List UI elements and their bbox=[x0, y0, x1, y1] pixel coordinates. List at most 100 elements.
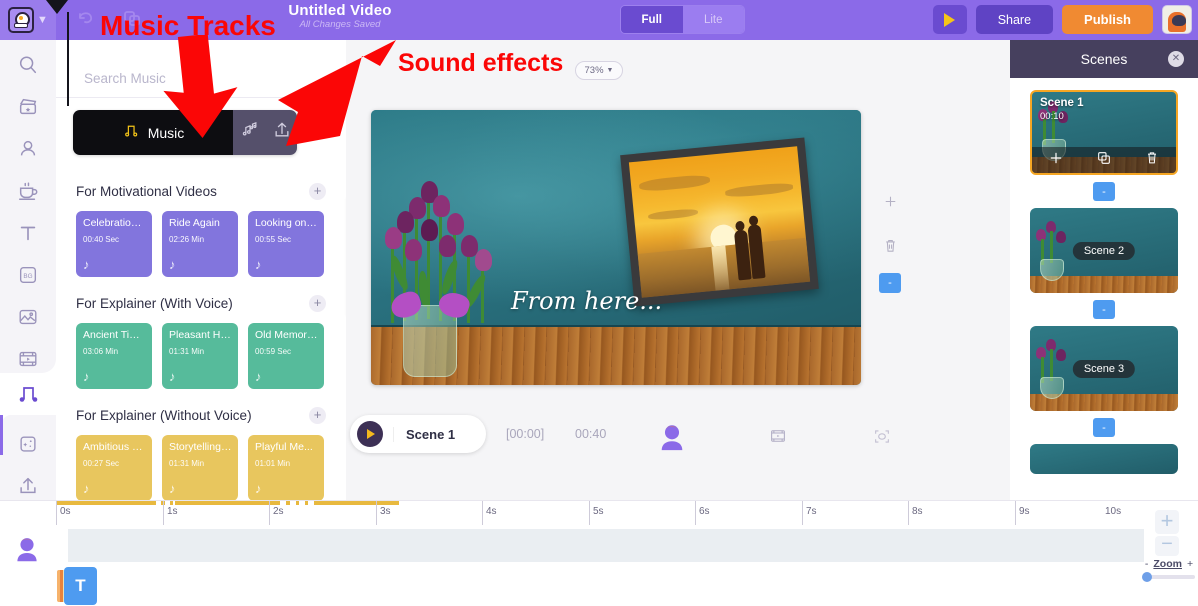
caret-down-icon: ▼ bbox=[607, 67, 614, 74]
zoom-slider-knob[interactable] bbox=[1142, 572, 1152, 582]
sidebar-item-text[interactable] bbox=[0, 212, 56, 254]
photo-frame-asset[interactable] bbox=[620, 137, 819, 306]
canvas-text[interactable]: From here... bbox=[511, 287, 662, 315]
focus-icon[interactable] bbox=[872, 427, 892, 451]
timeline-remove-track-button[interactable]: − bbox=[1155, 536, 1179, 556]
timeline-zoom-slider[interactable] bbox=[1145, 575, 1195, 579]
list-item[interactable]: Old Memories 00:59 Sec ♪ bbox=[248, 323, 324, 389]
track-duration: 03:06 Min bbox=[83, 347, 118, 356]
header-actions: Share Publish bbox=[933, 5, 1192, 34]
share-button[interactable]: Share bbox=[976, 5, 1053, 34]
canvas-side-tools: - bbox=[874, 185, 906, 293]
category-title: For Explainer (Without Voice) bbox=[76, 408, 252, 423]
sidebar-item-images[interactable] bbox=[0, 296, 56, 338]
scenes-list[interactable]: Scene 1 00:10 - bbox=[1010, 78, 1198, 500]
scene-actions bbox=[1032, 147, 1176, 173]
annotation-arrow-sfx bbox=[250, 40, 400, 155]
plus-icon[interactable] bbox=[1048, 150, 1064, 171]
track-name: Looking on ... bbox=[255, 217, 318, 229]
annotation-sound-effects: Sound effects bbox=[398, 49, 563, 78]
sidebar-item-background[interactable]: BG bbox=[0, 254, 56, 296]
character-icon[interactable] bbox=[657, 421, 687, 458]
music-note-icon: ♪ bbox=[169, 370, 176, 383]
sidebar-item-effects[interactable] bbox=[0, 423, 56, 465]
video-canvas[interactable]: From here... bbox=[371, 110, 861, 385]
list-item[interactable]: Pleasant Ha... 01:31 Min ♪ bbox=[162, 323, 238, 389]
ruler-tick: 3s bbox=[380, 506, 391, 517]
copy-icon[interactable] bbox=[1096, 150, 1112, 171]
ruler-tick: 7s bbox=[806, 506, 817, 517]
sidebar-item-music[interactable] bbox=[0, 373, 56, 415]
mascot-avatar-icon bbox=[8, 7, 34, 33]
playhead-handle[interactable] bbox=[46, 0, 68, 14]
mode-lite-button[interactable]: Lite bbox=[683, 6, 745, 33]
music-category: For Explainer (Without Voice) + Ambitiou… bbox=[56, 403, 346, 500]
user-avatar[interactable] bbox=[1162, 5, 1192, 34]
publish-button[interactable]: Publish bbox=[1062, 5, 1153, 34]
plus-icon[interactable]: + bbox=[309, 407, 326, 424]
insert-scene-button[interactable]: - bbox=[1093, 418, 1115, 437]
ruler-tick: 5s bbox=[593, 506, 604, 517]
close-icon[interactable]: ✕ bbox=[1168, 51, 1184, 67]
list-item[interactable]: Looking on ... 00:55 Sec ♪ bbox=[248, 211, 324, 277]
canvas-zoom-dropdown[interactable]: 73% ▼ bbox=[575, 61, 623, 80]
insert-scene-button[interactable]: - bbox=[1093, 182, 1115, 201]
current-time: [00:00] bbox=[506, 427, 544, 441]
trash-icon[interactable] bbox=[1144, 149, 1160, 171]
zoom-out-button[interactable]: - bbox=[1145, 558, 1149, 570]
sidebar-item-props[interactable] bbox=[0, 170, 56, 212]
chevron-down-icon[interactable]: ▼ bbox=[37, 14, 48, 26]
plus-icon[interactable]: + bbox=[309, 295, 326, 312]
add-element-button[interactable] bbox=[874, 185, 906, 217]
ruler-tick: 1s bbox=[167, 506, 178, 517]
track-duration: 00:40 Sec bbox=[83, 235, 119, 244]
total-time: 00:40 bbox=[575, 427, 606, 441]
track-duration: 00:27 Sec bbox=[83, 459, 119, 468]
sidebar-item-search[interactable] bbox=[0, 44, 56, 86]
list-item[interactable]: Playful Me... 01:01 Min ♪ bbox=[248, 435, 324, 500]
mode-toggle[interactable]: Full Lite bbox=[620, 5, 745, 34]
sidebar-item-characters[interactable] bbox=[0, 128, 56, 170]
scenes-panel: Scenes ✕ Scene 1 00:10 bbox=[1010, 40, 1198, 500]
scene-label: Scene 1 bbox=[1040, 97, 1083, 109]
plus-icon[interactable]: + bbox=[309, 183, 326, 200]
scene-thumbnail[interactable]: Scene 3 bbox=[1030, 326, 1178, 411]
timeline-track[interactable] bbox=[68, 529, 1144, 562]
preview-play-button[interactable] bbox=[933, 5, 967, 34]
list-item[interactable]: Ancient Times 03:06 Min ♪ bbox=[76, 323, 152, 389]
list-item[interactable]: Ride Again 02:26 Min ♪ bbox=[162, 211, 238, 277]
list-item[interactable]: Ambitious D... 00:27 Sec ♪ bbox=[76, 435, 152, 500]
track-name: Playful Me... bbox=[255, 441, 318, 453]
minus-icon[interactable]: - bbox=[879, 273, 901, 293]
timeline-add-track-button[interactable]: + bbox=[1155, 510, 1179, 534]
scene-duration: 00:10 bbox=[1040, 111, 1064, 122]
scenes-panel-title: Scenes bbox=[1081, 51, 1128, 67]
insert-scene-button[interactable]: - bbox=[1093, 300, 1115, 319]
track-name: Storytelling ... bbox=[169, 441, 232, 453]
couple-silhouette bbox=[733, 215, 773, 280]
list-item[interactable]: Celebration ... 00:40 Sec ♪ bbox=[76, 211, 152, 277]
scene-thumbnail[interactable]: Scene 2 bbox=[1030, 208, 1178, 293]
sidebar-item-scenes[interactable] bbox=[0, 86, 56, 128]
scene-thumbnail[interactable]: Scene 1 00:10 bbox=[1030, 90, 1178, 175]
zoom-in-button[interactable]: + bbox=[1187, 558, 1193, 570]
play-icon[interactable] bbox=[357, 421, 383, 447]
current-scene-chip[interactable]: Scene 1 bbox=[350, 415, 486, 453]
editor-stage: 73% ▼ bbox=[346, 40, 1010, 500]
scenes-panel-header: Scenes ✕ bbox=[1010, 40, 1198, 78]
film-transition-icon[interactable] bbox=[768, 427, 788, 450]
current-scene-label: Scene 1 bbox=[393, 427, 455, 442]
undo-icon[interactable] bbox=[76, 10, 96, 31]
time-ruler[interactable]: 0s 1s 2s 3s 4s 5s 6s 7s 8s 9s 10s bbox=[56, 501, 1146, 525]
list-item[interactable]: Storytelling ... 01:31 Min ♪ bbox=[162, 435, 238, 500]
flowers-asset[interactable] bbox=[375, 147, 535, 377]
track-name: Ancient Times bbox=[83, 329, 146, 341]
track-duration: 02:26 Min bbox=[169, 235, 204, 244]
scene-label: Scene 3 bbox=[1073, 360, 1135, 378]
delete-element-button[interactable] bbox=[874, 229, 906, 261]
mode-full-button[interactable]: Full bbox=[621, 6, 683, 33]
scene-thumbnail[interactable] bbox=[1030, 444, 1178, 474]
music-categories-list[interactable]: For Motivational Videos + Celebration ..… bbox=[56, 165, 346, 500]
timeline-row-avatar bbox=[13, 534, 41, 564]
timeline-clip-text[interactable]: T bbox=[64, 567, 97, 605]
